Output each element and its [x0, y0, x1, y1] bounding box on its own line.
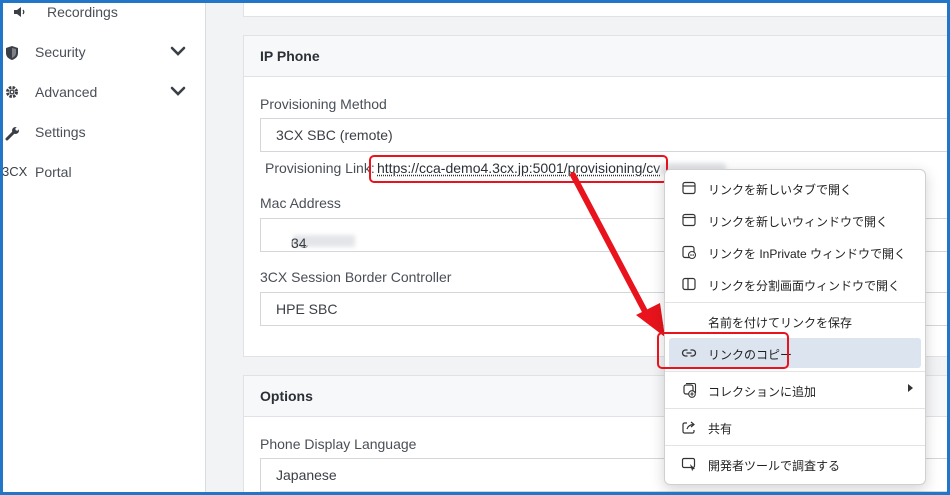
menu-copy-link[interactable]: リンクのコピー	[669, 338, 921, 368]
menu-separator	[665, 371, 925, 372]
sidebar-item-settings[interactable]: Settings	[3, 117, 205, 149]
menu-separator	[665, 302, 925, 303]
collections-add-icon	[681, 382, 697, 398]
sidebar-item-label: Portal	[35, 164, 72, 180]
panel-title: Options	[260, 388, 313, 404]
sidebar-item-security[interactable]: Security	[3, 37, 205, 69]
chevron-down-icon[interactable]	[169, 42, 187, 60]
menu-separator	[665, 408, 925, 409]
link-icon	[681, 345, 697, 361]
provisioning-link-label: Provisioning Link:	[265, 160, 375, 176]
sidebar-item-label: Advanced	[35, 84, 98, 100]
gear-icon	[5, 85, 21, 101]
new-tab-icon	[681, 180, 697, 196]
speaker-icon	[13, 5, 29, 21]
mac-address-label: Mac Address	[260, 195, 341, 211]
submenu-arrow-icon	[908, 384, 913, 392]
phone-display-language-label: Phone Display Language	[260, 436, 417, 452]
sidebar: Recordings Security Advanced Settings 3C…	[3, 3, 206, 492]
panel-title: IP Phone	[260, 48, 320, 64]
provisioning-method-select[interactable]: 3CX SBC (remote)	[260, 118, 947, 152]
provisioning-method-label: Provisioning Method	[260, 96, 387, 112]
menu-share[interactable]: 共有	[669, 412, 921, 442]
sidebar-item-label: Security	[35, 44, 86, 60]
app-window: Recordings Security Advanced Settings 3C…	[3, 3, 947, 492]
inspect-icon	[681, 456, 697, 472]
chevron-down-icon[interactable]	[169, 82, 187, 100]
new-window-icon	[681, 212, 697, 228]
split-screen-icon	[681, 276, 697, 292]
panel-header: IP Phone	[244, 36, 947, 77]
sbc-label: 3CX Session Border Controller	[260, 269, 452, 285]
menu-inspect[interactable]: 開発者ツールで調査する	[669, 449, 921, 479]
menu-open-inprivate[interactable]: リンクを InPrivate ウィンドウで開く	[669, 237, 921, 267]
sidebar-item-label: Recordings	[47, 4, 118, 20]
share-icon	[681, 419, 697, 435]
menu-add-to-collections[interactable]: コレクションに追加	[669, 375, 921, 405]
shield-icon	[5, 45, 21, 61]
sidebar-item-label: Settings	[35, 124, 86, 140]
wrench-icon	[5, 125, 21, 141]
mac-suffix: 34	[291, 235, 307, 251]
menu-open-new-tab[interactable]: リンクを新しいタブで開く	[669, 173, 921, 203]
sidebar-item-advanced[interactable]: Advanced	[3, 77, 205, 109]
menu-open-new-window[interactable]: リンクを新しいウィンドウで開く	[669, 205, 921, 235]
menu-save-link-as[interactable]: 名前を付けてリンクを保存	[669, 306, 921, 336]
previous-panel	[243, 3, 947, 17]
menu-separator	[665, 445, 925, 446]
3cx-logo-icon: 3CX	[3, 164, 28, 179]
inprivate-window-icon	[681, 244, 697, 260]
context-menu: リンクを新しいタブで開く リンクを新しいウィンドウで開く リンクを InPriv…	[664, 169, 926, 485]
sidebar-item-portal[interactable]: 3CX Portal	[3, 157, 205, 189]
menu-open-split-screen[interactable]: リンクを分割画面ウィンドウで開く	[669, 269, 921, 299]
sidebar-item-recordings[interactable]: Recordings	[3, 3, 205, 29]
